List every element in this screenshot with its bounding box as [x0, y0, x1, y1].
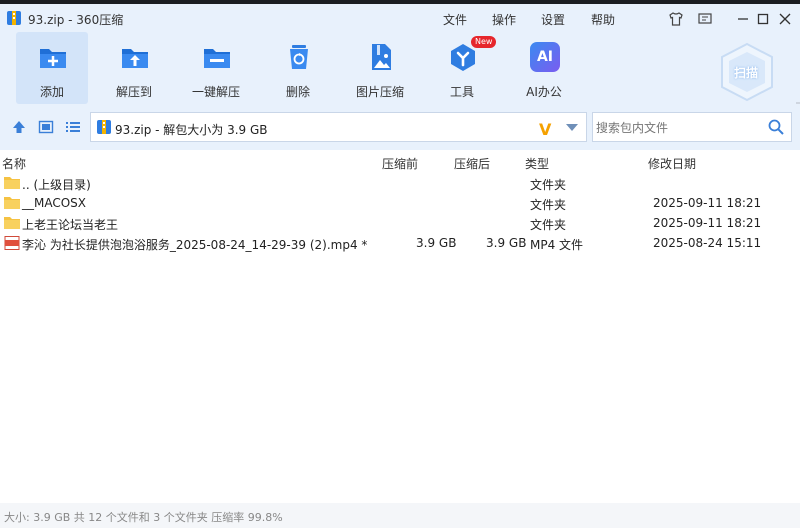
extract-to-button[interactable]: 解压到 — [98, 32, 170, 104]
file-row[interactable]: 上老王论坛当老王 文件夹 2025-09-11 18:21 — [0, 213, 800, 233]
thumbnail-view-icon[interactable] — [38, 119, 54, 135]
image-compress-button[interactable]: 图片压缩 — [344, 32, 416, 104]
menu-file[interactable]: 文件 — [443, 11, 467, 28]
column-size-after[interactable]: 压缩后 — [454, 155, 490, 172]
skin-icon[interactable] — [668, 11, 684, 27]
file-list-header: 名称 压缩前 压缩后 类型 修改日期 — [0, 152, 800, 172]
column-type[interactable]: 类型 — [525, 155, 549, 172]
one-click-extract-button[interactable]: 一键解压 — [180, 32, 252, 104]
folder-icon — [4, 177, 20, 189]
address-path: 93.zip - 解包大小为 3.9 GB — [115, 123, 268, 137]
column-size-before[interactable]: 压缩前 — [382, 155, 418, 172]
menu-operate[interactable]: 操作 — [492, 11, 516, 28]
toolbar: 添加 解压到 一键解压 删除 图片压缩 New 工具 AI AI办公 — [0, 32, 800, 118]
file-name: .. (上级目录) — [22, 178, 91, 192]
file-row[interactable]: __MACOSX 文件夹 2025-09-11 18:21 — [0, 193, 800, 213]
image-compress-icon — [372, 44, 391, 70]
add-folder-icon — [40, 49, 66, 68]
tools-new-badge: New — [471, 36, 497, 48]
zip-file-icon — [97, 120, 111, 134]
dropdown-arrow-icon[interactable] — [566, 124, 578, 132]
extract-to-icon — [122, 49, 148, 68]
file-list: .. (上级目录) 文件夹 __MACOSX 文件夹 2025-09-11 18… — [0, 173, 800, 253]
file-row[interactable]: .. (上级目录) 文件夹 — [0, 173, 800, 193]
status-bar: 大小: 3.9 GB 共 12 个文件和 3 个文件夹 压缩率 99.8% — [0, 503, 800, 528]
file-row[interactable]: 李沁 为社长提供泡泡浴服务_2025-08-24_14-29-39 (2).mp… — [0, 233, 800, 253]
extract-to-label: 解压到 — [115, 85, 152, 99]
window-title: 93.zip - 360压缩 — [28, 13, 124, 27]
menu-help[interactable]: 帮助 — [591, 11, 615, 28]
file-date: 2025-08-24 15:11 — [653, 236, 762, 250]
file-date: 2025-09-11 18:21 — [653, 196, 762, 210]
title-bar: 93.zip - 360压缩 文件 操作 设置 帮助 — [0, 4, 800, 32]
column-modified[interactable]: 修改日期 — [648, 155, 696, 172]
add-label: 添加 — [39, 85, 64, 99]
zip-app-icon — [7, 11, 21, 25]
address-field[interactable]: 93.zip - 解包大小为 3.9 GB V — [90, 112, 587, 142]
one-click-extract-icon — [204, 49, 230, 68]
ai-office-icon: AI — [530, 42, 560, 72]
status-text: 大小: 3.9 GB 共 12 个文件和 3 个文件夹 压缩率 99.8% — [4, 511, 283, 524]
folder-icon — [4, 217, 20, 229]
v-logo-icon[interactable]: V — [539, 120, 551, 139]
mp4-file-icon — [4, 236, 20, 250]
tools-button[interactable]: New 工具 — [426, 32, 498, 104]
one-click-extract-label: 一键解压 — [191, 85, 240, 99]
file-size-after: 3.9 GB — [486, 236, 527, 250]
maximize-icon[interactable] — [755, 11, 771, 27]
delete-button[interactable]: 删除 — [262, 32, 334, 104]
search-icon[interactable] — [768, 119, 784, 135]
file-date: 2025-09-11 18:21 — [653, 216, 762, 230]
file-type: 文件夹 — [530, 178, 567, 192]
tools-label: 工具 — [449, 85, 474, 99]
ai-office-button[interactable]: AI AI办公 — [508, 32, 580, 104]
folder-icon — [4, 197, 20, 209]
address-bar-area: 93.zip - 解包大小为 3.9 GB V — [0, 104, 800, 150]
ai-office-label: AI办公 — [526, 85, 562, 99]
image-compress-label: 图片压缩 — [355, 85, 404, 99]
column-name[interactable]: 名称 — [2, 155, 26, 172]
close-icon[interactable] — [777, 11, 793, 27]
search-box[interactable] — [592, 112, 792, 142]
file-type: 文件夹 — [530, 198, 567, 212]
file-size-before: 3.9 GB — [416, 236, 457, 250]
recycle-bin-icon — [290, 45, 308, 69]
list-view-icon[interactable] — [65, 119, 81, 135]
minimize-icon[interactable] — [735, 11, 751, 27]
delete-label: 删除 — [285, 85, 310, 99]
search-input[interactable] — [594, 118, 758, 138]
add-button[interactable]: 添加 — [16, 32, 88, 104]
feedback-icon[interactable] — [697, 11, 713, 27]
scan-label: 扫描 — [734, 66, 759, 80]
file-type: MP4 文件 — [530, 238, 584, 252]
up-arrow-icon[interactable] — [11, 119, 27, 135]
file-name: __MACOSX — [22, 196, 87, 210]
file-type: 文件夹 — [530, 218, 567, 232]
menu-settings[interactable]: 设置 — [541, 11, 565, 28]
file-name: 上老王论坛当老王 — [22, 218, 119, 232]
file-name: 李沁 为社长提供泡泡浴服务_2025-08-24_14-29-39 (2).mp… — [22, 238, 368, 252]
